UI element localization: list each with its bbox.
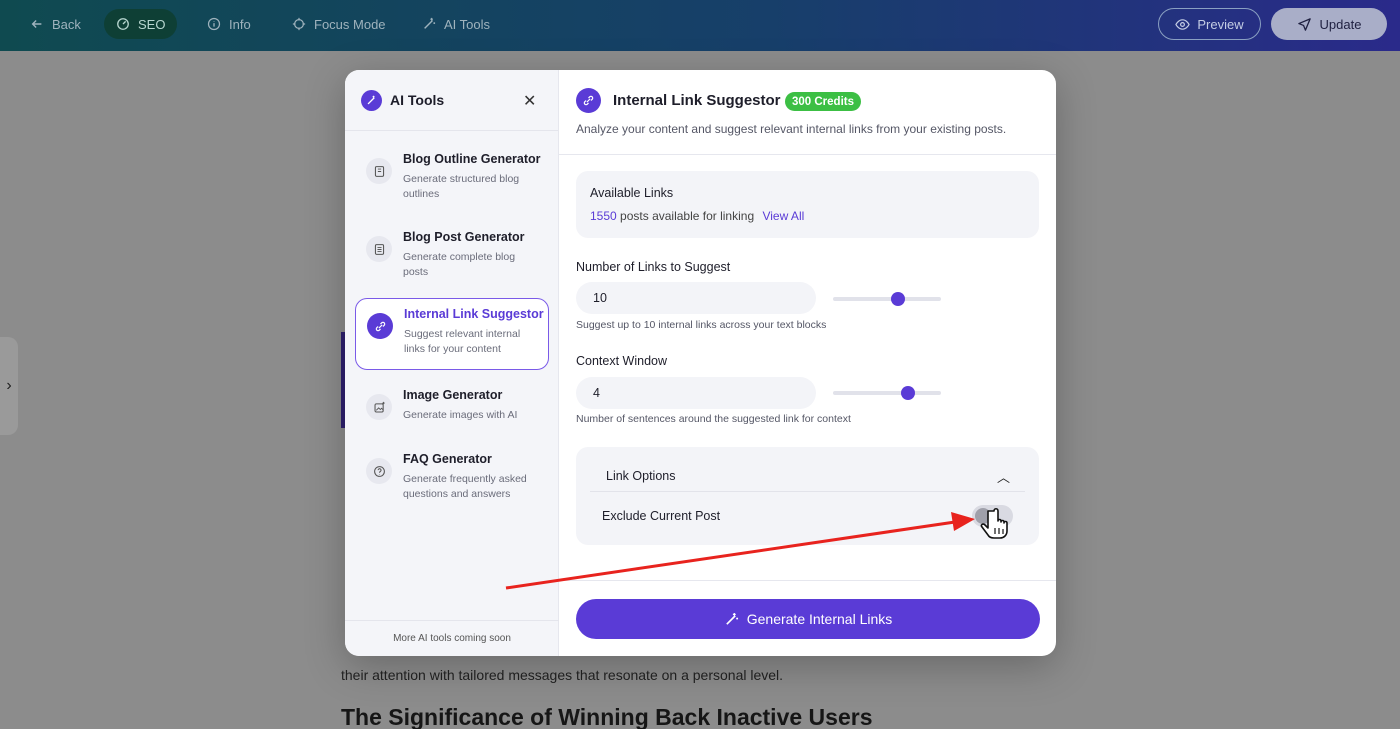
close-icon[interactable]: ✕ — [523, 91, 536, 111]
article-heading: The Significance of Winning Back Inactiv… — [341, 704, 873, 729]
top-toolbar: Back SEO Info Focus Mode AI Tools Previe… — [0, 0, 1400, 51]
available-links-text: posts available for linking — [620, 209, 755, 223]
divider — [559, 154, 1056, 155]
question-icon — [366, 458, 392, 484]
chevron-up-icon[interactable]: ︿ — [997, 467, 1010, 486]
preview-label: Preview — [1197, 16, 1244, 32]
tool-title: Image Generator — [403, 388, 503, 402]
document-icon — [366, 158, 392, 184]
num-links-input[interactable]: 10 — [576, 282, 816, 314]
link-icon — [367, 313, 393, 339]
available-links-card: Available Links 1550 posts available for… — [576, 171, 1039, 238]
tool-title: Blog Post Generator — [403, 230, 525, 244]
ai-tools-modal: AI Tools ✕ Blog Outline Generator Genera… — [345, 70, 1056, 656]
tools-sidebar-header: AI Tools ✕ — [345, 70, 558, 131]
tool-panel: Internal Link Suggestor 300 Credits Anal… — [559, 70, 1056, 656]
tool-description: Generate complete blog posts — [403, 251, 516, 278]
link-options-header[interactable]: Link Options — [606, 469, 675, 483]
focus-mode-label: Focus Mode — [314, 16, 386, 32]
exclude-current-post-label: Exclude Current Post — [602, 509, 721, 523]
link-icon — [576, 88, 601, 113]
num-links-hint: Suggest up to 10 internal links across y… — [576, 319, 827, 331]
toggle-knob — [975, 508, 991, 524]
ai-tools-tab[interactable]: AI Tools — [410, 9, 502, 39]
chevron-right-icon: › — [6, 377, 12, 394]
tool-description: Generate frequently asked questions and … — [403, 473, 527, 500]
info-tab[interactable]: Info — [195, 9, 263, 39]
list-doc-icon — [366, 236, 392, 262]
preview-button[interactable]: Preview — [1158, 8, 1261, 40]
tools-footer-note: More AI tools coming soon — [345, 620, 559, 656]
tool-blog-outline-generator[interactable]: Blog Outline Generator Generate structur… — [355, 144, 549, 214]
context-window-slider[interactable] — [833, 386, 941, 400]
available-links-label: Available Links — [590, 186, 674, 200]
context-window-hint: Number of sentences around the suggested… — [576, 413, 851, 425]
tool-image-generator[interactable]: Image Generator Generate images with AI — [355, 380, 549, 436]
num-links-label: Number of Links to Suggest — [576, 260, 731, 274]
update-button[interactable]: Update — [1271, 8, 1387, 40]
slider-knob[interactable] — [891, 292, 906, 306]
article-paragraph: their attention with tailored messages t… — [341, 667, 784, 683]
tool-description: Suggest relevant internal links for your… — [404, 328, 521, 355]
tool-blog-post-generator[interactable]: Blog Post Generator Generate complete bl… — [355, 222, 549, 292]
divider — [559, 580, 1056, 581]
back-label: Back — [52, 16, 81, 32]
slider-knob[interactable] — [900, 386, 915, 400]
available-links-line: 1550 posts available for linking View Al… — [590, 209, 804, 223]
eye-icon — [1175, 18, 1191, 30]
seo-label: SEO — [138, 16, 166, 32]
send-icon — [1297, 17, 1311, 31]
tool-description: Generate structured blog outlines — [403, 173, 520, 200]
generate-internal-links-button[interactable]: Generate Internal Links — [576, 599, 1040, 639]
tool-description: Generate images with AI — [403, 409, 518, 421]
update-label: Update — [1319, 16, 1362, 32]
gauge-icon — [117, 18, 129, 30]
crosshair-icon — [292, 17, 306, 31]
tool-title: Blog Outline Generator — [403, 152, 541, 166]
context-window-input[interactable]: 4 — [576, 377, 816, 409]
num-links-slider[interactable] — [833, 292, 941, 306]
ai-tools-label: AI Tools — [444, 16, 491, 32]
link-options-section: Link Options ︿ Exclude Current Post — [576, 447, 1039, 545]
seo-tab[interactable]: SEO — [104, 9, 178, 39]
tool-title: Internal Link Suggestor — [404, 307, 544, 321]
focus-mode-tab[interactable]: Focus Mode — [280, 9, 398, 39]
info-label: Info — [229, 16, 251, 32]
context-window-label: Context Window — [576, 354, 668, 368]
divider — [590, 491, 1025, 492]
magic-wand-icon — [725, 612, 738, 625]
credits-badge: 300 Credits — [785, 92, 862, 111]
magic-wand-icon — [424, 17, 436, 29]
view-all-link[interactable]: View All — [762, 209, 804, 223]
tool-faq-generator[interactable]: FAQ Generator Generate frequently asked … — [355, 444, 549, 514]
tool-internal-link-suggestor[interactable]: Internal Link Suggestor Suggest relevant… — [355, 298, 549, 370]
arrow-left-icon — [31, 20, 42, 28]
tools-sidebar: AI Tools ✕ Blog Outline Generator Genera… — [345, 70, 559, 656]
image-sparkle-icon — [366, 394, 392, 420]
info-icon — [207, 17, 221, 31]
generate-label: Generate Internal Links — [746, 611, 893, 627]
back-button[interactable]: Back — [18, 9, 93, 39]
panel-title: Internal Link Suggestor — [613, 92, 781, 109]
sparkle-wand-icon — [361, 89, 382, 111]
exclude-current-post-toggle[interactable] — [972, 505, 1013, 527]
panel-subtitle: Analyze your content and suggest relevan… — [576, 122, 1007, 136]
tool-title: FAQ Generator — [403, 452, 492, 466]
sidebar-expand-toggle[interactable]: › — [0, 337, 18, 435]
tools-title: AI Tools — [390, 92, 445, 108]
available-links-count: 1550 — [590, 209, 617, 223]
